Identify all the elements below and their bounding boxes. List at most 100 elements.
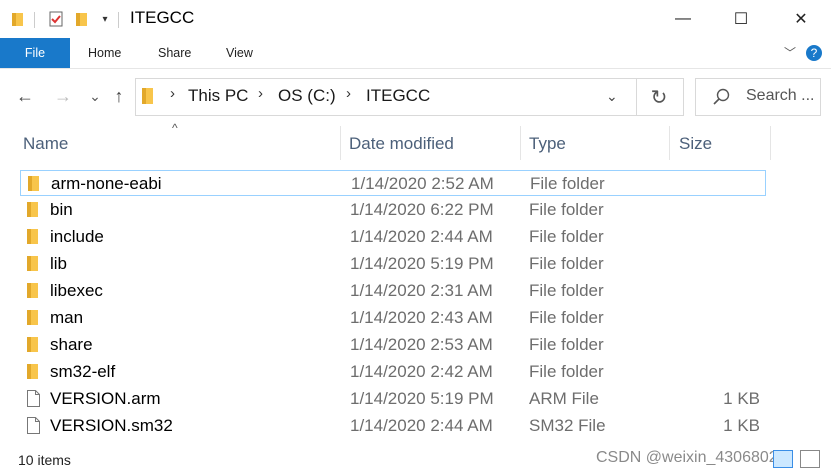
file-name: share <box>50 335 93 354</box>
column-header-type[interactable]: Type <box>529 134 566 154</box>
address-bar[interactable]: › This PC › OS (C:) › ITEGCC ⌄ <box>135 78 637 116</box>
folder-icon <box>27 228 39 245</box>
back-button[interactable]: ← <box>14 84 36 108</box>
file-row[interactable]: include 1/14/2020 2:44 AM File folder <box>20 224 766 250</box>
folder-icon <box>27 282 39 299</box>
file-date-modified: 1/14/2020 6:22 PM <box>350 200 494 219</box>
recent-locations-button[interactable]: ⌄ <box>84 84 106 108</box>
file-name: sm32-elf <box>50 362 116 381</box>
close-button[interactable]: ✕ <box>775 0 827 38</box>
file-type: File folder <box>530 174 605 193</box>
sort-ascending-icon: ^ <box>172 121 178 135</box>
ribbon-tabs: File Home Share View ﹀ ? <box>0 38 831 69</box>
file-icon <box>27 417 40 434</box>
new-folder-icon[interactable] <box>72 9 92 29</box>
search-box[interactable]: Search ... <box>695 78 821 116</box>
chevron-right-icon[interactable]: › <box>170 85 175 102</box>
file-row[interactable]: lib 1/14/2020 5:19 PM File folder <box>20 251 766 277</box>
file-name: VERSION.arm <box>50 389 161 408</box>
file-type: File folder <box>529 281 604 300</box>
file-type: ARM File <box>529 389 599 408</box>
file-row[interactable]: arm-none-eabi 1/14/2020 2:52 AM File folde… <box>20 170 766 196</box>
file-size: 1 KB <box>723 416 760 435</box>
file-type: File folder <box>529 200 604 219</box>
file-row[interactable]: man 1/14/2020 2:43 AM File folder <box>20 305 766 331</box>
folder-icon <box>27 363 39 380</box>
file-name: lib <box>50 254 68 273</box>
folder-icon <box>27 336 39 353</box>
divider <box>118 12 119 28</box>
tab-view[interactable]: View <box>226 38 253 68</box>
item-count: 10 items <box>18 452 71 468</box>
file-name: arm-none-eabi <box>51 174 162 193</box>
file-date-modified: 1/14/2020 5:19 PM <box>350 389 494 408</box>
tab-file[interactable]: File <box>0 38 70 68</box>
file-type: File folder <box>529 308 604 327</box>
file-icon <box>27 390 40 407</box>
file-date-modified: 1/14/2020 5:19 PM <box>350 254 494 273</box>
file-name: VERSION.sm32 <box>50 416 173 435</box>
column-header-date-modified[interactable]: Date modified <box>349 134 454 154</box>
column-divider[interactable] <box>340 126 341 160</box>
large-icons-view-button[interactable] <box>800 450 820 468</box>
forward-button[interactable]: → <box>52 84 74 108</box>
breadcrumb-os-c[interactable]: OS (C:) <box>278 86 336 106</box>
title-bar: ▾ ITEGCC — ☐ ✕ <box>0 0 831 38</box>
file-name: libexec <box>50 281 103 300</box>
file-type: File folder <box>529 227 604 246</box>
column-header-name[interactable]: Name <box>23 134 68 154</box>
up-button[interactable]: ↑ <box>108 84 130 108</box>
properties-icon[interactable] <box>46 9 66 29</box>
folder-app-icon <box>8 9 28 29</box>
window-title: ITEGCC <box>130 8 195 27</box>
file-date-modified: 1/14/2020 2:53 AM <box>350 335 493 354</box>
status-bar: 10 items CSDN @weixin_43068025 <box>0 446 831 474</box>
file-list: arm-none-eabi 1/14/2020 2:52 AM File folde… <box>0 170 831 446</box>
file-row[interactable]: bin 1/14/2020 6:22 PM File folder <box>20 197 766 223</box>
details-view-button[interactable] <box>773 450 793 468</box>
file-date-modified: 1/14/2020 2:44 AM <box>350 227 493 246</box>
breadcrumb-itegcc[interactable]: ITEGCC <box>366 86 430 106</box>
search-input[interactable]: Search ... <box>746 87 814 105</box>
file-type: File folder <box>529 362 604 381</box>
file-date-modified: 1/14/2020 2:42 AM <box>350 362 493 381</box>
column-header-size[interactable]: Size <box>679 134 712 154</box>
file-date-modified: 1/14/2020 2:31 AM <box>350 281 493 300</box>
breadcrumb-this-pc[interactable]: This PC <box>188 86 248 106</box>
chevron-right-icon[interactable]: › <box>258 85 263 102</box>
chevron-right-icon[interactable]: › <box>346 85 351 102</box>
minimize-button[interactable]: — <box>657 0 709 38</box>
file-type: SM32 File <box>529 416 606 435</box>
file-row[interactable]: share 1/14/2020 2:53 AM File folder <box>20 332 766 358</box>
column-divider[interactable] <box>770 126 771 160</box>
file-type: File folder <box>529 254 604 273</box>
column-divider[interactable] <box>669 126 670 160</box>
file-row[interactable]: VERSION.sm32 1/14/2020 2:44 AM SM32 File 1 … <box>20 413 766 439</box>
refresh-button[interactable]: ↻ <box>635 78 684 116</box>
file-name: man <box>50 308 84 327</box>
file-size: 1 KB <box>723 389 760 408</box>
address-history-dropdown-icon[interactable]: ⌄ <box>606 88 618 105</box>
file-type: File folder <box>529 335 604 354</box>
column-headers: ^ Name Date modified Type Size <box>0 121 831 162</box>
folder-icon <box>28 175 40 192</box>
folder-icon <box>142 87 154 110</box>
folder-icon <box>27 309 39 326</box>
maximize-button[interactable]: ☐ <box>715 0 767 38</box>
file-name: include <box>50 227 104 246</box>
file-row[interactable]: VERSION.arm 1/14/2020 5:19 PM ARM File 1 KB <box>20 386 766 412</box>
watermark: CSDN @weixin_43068025 <box>596 449 787 466</box>
column-divider[interactable] <box>520 126 521 160</box>
expand-ribbon-icon[interactable]: ﹀ <box>784 38 796 68</box>
file-row[interactable]: sm32-elf 1/14/2020 2:42 AM File folder <box>20 359 766 385</box>
file-name: bin <box>50 200 73 219</box>
customize-toolbar-icon[interactable]: ▾ <box>95 9 115 29</box>
tab-share[interactable]: Share <box>158 38 191 68</box>
divider <box>34 12 35 28</box>
help-icon[interactable]: ? <box>806 45 822 61</box>
file-row[interactable]: libexec 1/14/2020 2:31 AM File folder <box>20 278 766 304</box>
file-date-modified: 1/14/2020 2:44 AM <box>350 416 493 435</box>
tab-home[interactable]: Home <box>88 38 121 68</box>
file-date-modified: 1/14/2020 2:43 AM <box>350 308 493 327</box>
file-date-modified: 1/14/2020 2:52 AM <box>351 174 494 193</box>
